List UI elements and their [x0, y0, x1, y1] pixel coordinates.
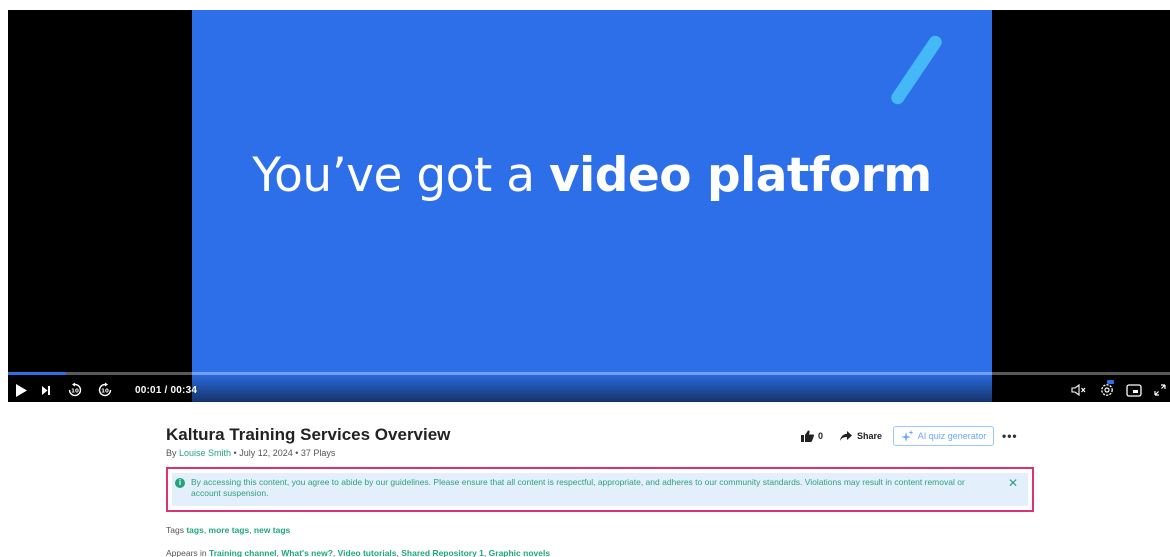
slide-headline-bold: video platform — [549, 148, 932, 203]
svg-text:10: 10 — [71, 388, 79, 394]
info-icon: i — [175, 478, 185, 488]
time-display: 00:01 / 00:34 — [135, 385, 198, 396]
appears-in-label: Appears in — [166, 548, 209, 557]
svg-text:10: 10 — [101, 388, 109, 394]
tags-row: Tags tags, more tags, new tags — [166, 525, 290, 535]
byline-sep-2: • — [292, 448, 301, 458]
picture-in-picture-icon — [1126, 383, 1142, 397]
fullscreen-button[interactable] — [1153, 382, 1167, 398]
thumbs-up-icon — [801, 430, 814, 442]
appears-in-row: Appears in Training channel, What's new?… — [166, 548, 550, 557]
seek-bar[interactable] — [8, 372, 1170, 375]
byline-prefix: By — [166, 448, 180, 458]
share-label: Share — [857, 431, 883, 441]
next-button[interactable] — [40, 382, 52, 398]
volume-muted-icon — [1071, 384, 1086, 396]
mute-button[interactable] — [1070, 382, 1088, 398]
notice-highlight-frame: i By accessing this content, you agree t… — [166, 467, 1034, 512]
like-button[interactable]: 0 — [801, 425, 823, 447]
category-link[interactable]: Video tutorials — [338, 548, 397, 557]
forward-10-button[interactable]: 10 — [96, 382, 114, 398]
like-count: 0 — [818, 431, 824, 441]
author-link[interactable]: Louise Smith — [179, 448, 231, 458]
play-count: 37 Plays — [300, 448, 336, 458]
share-arrow-icon — [840, 431, 852, 441]
category-link[interactable]: Shared Repository 1 — [401, 548, 484, 557]
more-options-button[interactable]: ••• — [1002, 425, 1018, 447]
slide-headline: You’ve got a video platform — [192, 148, 992, 203]
notice-text: By accessing this content, you agree to … — [191, 477, 965, 498]
tag-link[interactable]: more tags — [209, 525, 250, 535]
forward-10-icon: 10 — [98, 382, 112, 397]
seek-bar-progress — [8, 372, 67, 375]
close-notice-button[interactable]: ✕ — [1008, 477, 1018, 489]
publish-date: July 12, 2024 — [239, 448, 293, 458]
rewind-10-icon: 10 — [68, 382, 82, 397]
category-link[interactable]: Graphic novels — [489, 548, 550, 557]
byline-sep-1: • — [231, 448, 240, 458]
picture-in-picture-button[interactable] — [1125, 382, 1143, 398]
share-button[interactable]: Share — [840, 425, 882, 447]
appears-in-list: Training channel, What's new?, Video tut… — [209, 548, 550, 557]
ai-quiz-generator-button[interactable]: AI quiz generator — [893, 426, 994, 446]
gear-icon — [1101, 380, 1114, 396]
ai-quiz-label: AI quiz generator — [917, 431, 987, 441]
tag-link[interactable]: tags — [186, 525, 203, 535]
play-icon — [16, 383, 27, 397]
guidelines-notice: i By accessing this content, you agree t… — [172, 473, 1028, 506]
skip-next-icon — [42, 385, 50, 395]
video-player[interactable]: You’ve got a video platform 10 10 00:01 … — [8, 10, 1170, 402]
category-link[interactable]: What's new? — [281, 548, 333, 557]
expand-icon — [1154, 384, 1166, 396]
sparkle-icon — [900, 430, 914, 442]
settings-button[interactable] — [1098, 379, 1116, 399]
tags-list: tags, more tags, new tags — [186, 525, 290, 535]
more-options-icon: ••• — [1002, 429, 1018, 443]
tags-label: Tags — [166, 525, 187, 535]
video-frame[interactable]: You’ve got a video platform — [192, 10, 992, 402]
play-button[interactable] — [14, 382, 28, 398]
rewind-10-button[interactable]: 10 — [66, 382, 84, 398]
media-byline: By Louise Smith • July 12, 2024 • 37 Pla… — [166, 448, 335, 458]
slide-headline-light: You’ve got a — [252, 148, 550, 203]
tag-link[interactable]: new tags — [254, 525, 290, 535]
category-link[interactable]: Training channel — [209, 548, 277, 557]
media-title: Kaltura Training Services Overview — [166, 425, 451, 444]
slide-accent-stroke — [888, 33, 945, 107]
